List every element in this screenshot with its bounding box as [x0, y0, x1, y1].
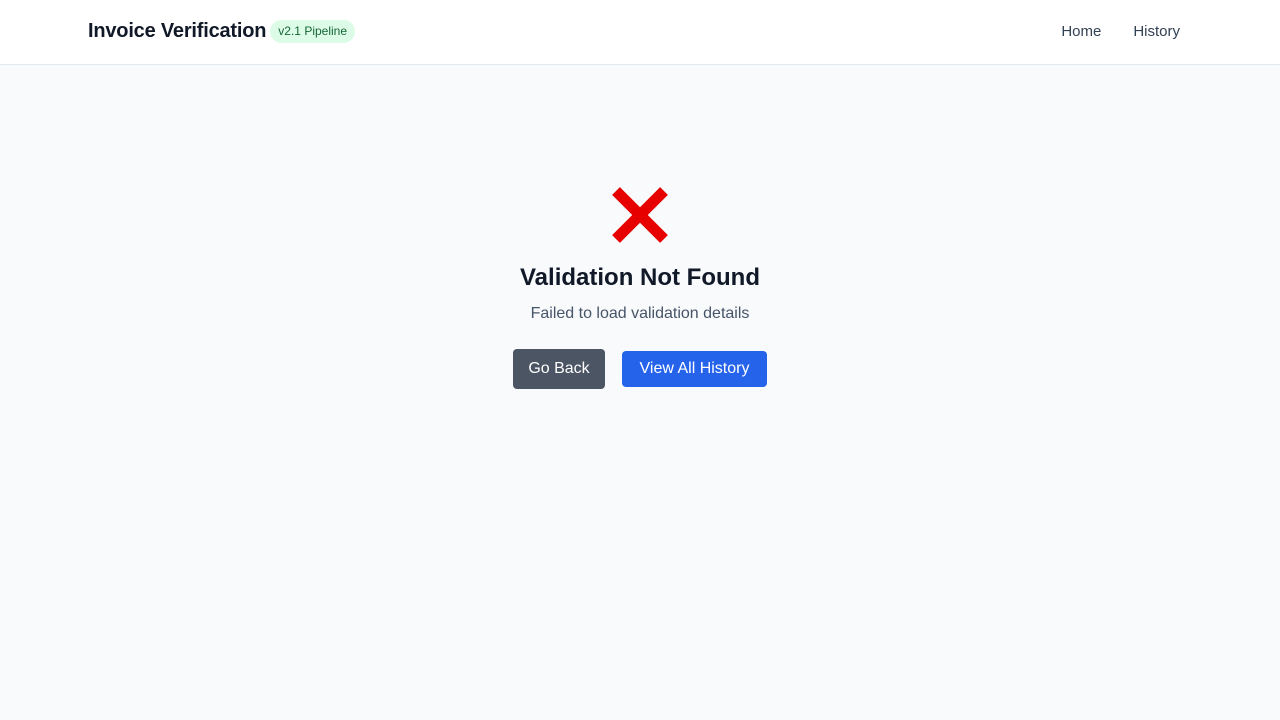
error-heading: Validation Not Found: [520, 264, 760, 291]
main-nav: Home History: [1029, 22, 1180, 42]
go-back-button[interactable]: Go Back: [513, 349, 605, 389]
view-all-history-button[interactable]: View All History: [622, 351, 767, 387]
brand[interactable]: Invoice Verification v2.1 Pipeline: [88, 20, 356, 43]
error-message: Failed to load validation details: [530, 305, 750, 322]
main-content: Validation Not Found Failed to load vali…: [0, 65, 1280, 720]
nav-home-link[interactable]: Home: [1061, 22, 1101, 42]
version-badge: v2.1 Pipeline: [270, 20, 356, 43]
red-x-icon: [612, 187, 668, 243]
top-navbar: Invoice Verification v2.1 Pipeline Home …: [0, 0, 1280, 65]
nav-history-link[interactable]: History: [1133, 22, 1180, 42]
app-title[interactable]: Invoice Verification: [88, 20, 266, 43]
